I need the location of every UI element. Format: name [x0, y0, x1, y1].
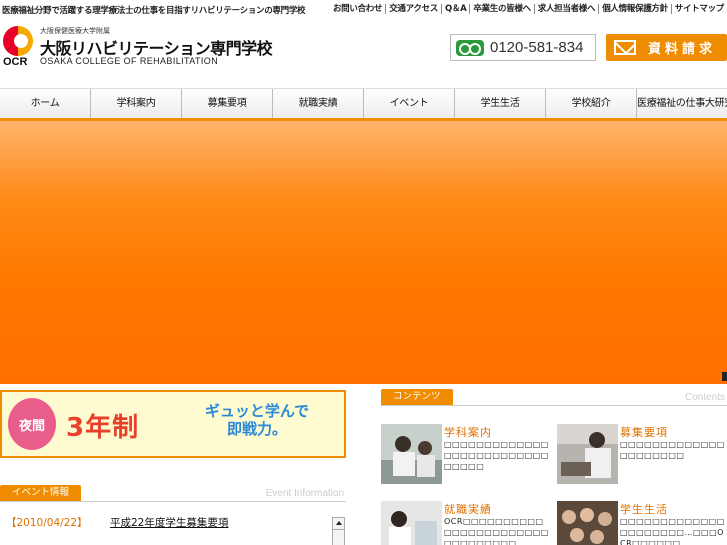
contents-heading-label: コンテンツ: [381, 389, 453, 405]
nav-home[interactable]: ホーム: [0, 89, 91, 118]
night-badge: 夜間: [8, 398, 56, 450]
item-title: 募集要項: [620, 426, 668, 439]
content-item-admissions[interactable]: 募集要項 □□□□□□□□□□□□□□□□□□□□□: [557, 424, 727, 486]
faq-link[interactable]: Q＆A: [440, 4, 469, 14]
mail-icon: [614, 40, 636, 55]
scroll-up-arrow-icon[interactable]: [333, 518, 344, 530]
item-description: OCR□□□□□□□□□□□□□□□□□□□□□□□□□□□□□□□□: [444, 517, 549, 545]
events-heading: イベント情報 Event Information: [0, 485, 346, 502]
school-name-english: OSAKA COLLEGE OF REHABILITATION: [40, 56, 219, 66]
recruiters-link[interactable]: 求人担当者様へ: [533, 4, 598, 14]
privacy-policy-link[interactable]: 個人情報保護方針: [598, 4, 671, 14]
nav-employment[interactable]: 就職実績: [273, 89, 364, 118]
events-list: 【2010/04/22】 平成22年度学生募集要項: [0, 512, 346, 545]
contact-link[interactable]: お問い合わせ: [330, 4, 385, 14]
site-tagline: 医療福祉分野で活躍する理学療法士の仕事を目指すリハビリテーションの専門学校: [2, 6, 306, 16]
list-item: 【2010/04/22】 平成22年度学生募集要項: [0, 512, 346, 532]
nav-events[interactable]: イベント: [364, 89, 455, 118]
banner-slogan-line1: ギュッと学んで: [204, 402, 310, 420]
nav-about[interactable]: 学校紹介: [546, 89, 637, 118]
contents-heading-en: Contents: [684, 392, 725, 403]
content-item-employment[interactable]: 就職実績 OCR□□□□□□□□□□□□□□□□□□□□□□□□□□□□□□□□: [381, 501, 551, 545]
phone-number: 0120-581-834: [490, 39, 584, 56]
global-nav: ホーム 学科案内 募集要項 就職実績 イベント 学生生活 学校紹介 医療福祉の仕…: [0, 88, 727, 121]
item-description: □□□□□□□□□□□□□□□□□□□□□: [620, 440, 725, 460]
item-description: □□□□□□□□□□□□□□□□□□□□□…□□□OCR□□□□□□: [620, 517, 725, 545]
request-materials-button[interactable]: 資料請求: [606, 34, 727, 61]
content-item-departments[interactable]: 学科案内 □□□□□□□□□□□□□□□□□□□□□□□□□□□□□□□: [381, 424, 551, 486]
events-scrollbar[interactable]: [332, 517, 345, 545]
banner-slogan: ギュッと学んで 即戦力。: [182, 402, 332, 438]
nav-careers-research[interactable]: 医療福祉の仕事大研究: [637, 89, 727, 118]
nav-student-life[interactable]: 学生生活: [455, 89, 546, 118]
student-life-photo: [557, 501, 618, 545]
hero-area: [0, 121, 727, 384]
item-title: 学科案内: [444, 426, 492, 439]
item-title: 就職実績: [444, 503, 492, 516]
employment-photo: [381, 501, 442, 545]
request-materials-label: 資料請求: [648, 42, 717, 57]
nav-admissions[interactable]: 募集要項: [182, 89, 273, 118]
events-heading-en: Event Information: [265, 488, 344, 499]
phone-box: 0120-581-834: [450, 34, 596, 61]
departments-photo: [381, 424, 442, 484]
banner-slogan-line2: 即戦力。: [226, 420, 287, 438]
free-dial-icon: [456, 39, 484, 56]
logo-ocr-text: OCR: [3, 56, 28, 68]
banner-years: 3年制: [66, 413, 140, 443]
content-item-student-life[interactable]: 学生生活 □□□□□□□□□□□□□□□□□□□□□…□□□OCR□□□□□□: [557, 501, 727, 545]
top-utility-bar: 医療福祉分野で活躍する理学療法士の仕事を目指すリハビリテーションの専門学校 お問…: [0, 0, 727, 18]
access-link[interactable]: 交通アクセス: [385, 4, 441, 14]
hero-edge-marker: [722, 372, 727, 381]
utility-links: お問い合わせ 交通アクセス Q＆A 卒業生の皆様へ 求人担当者様へ 個人情報保護…: [330, 4, 727, 14]
event-date: 【2010/04/22】: [6, 516, 88, 529]
graduates-link[interactable]: 卒業生の皆様へ: [469, 4, 533, 14]
item-description: □□□□□□□□□□□□□□□□□□□□□□□□□□□□□□□: [444, 440, 549, 471]
item-title: 学生生活: [620, 503, 668, 516]
contents-heading: コンテンツ Contents: [381, 389, 727, 406]
nav-departments[interactable]: 学科案内: [91, 89, 182, 118]
site-logo[interactable]: OCR 大阪保健医療大学附属 大阪リハビリテーション専門学校 OSAKA COL…: [2, 25, 273, 69]
event-title-link[interactable]: 平成22年度学生募集要項: [110, 515, 228, 530]
night-course-banner[interactable]: 夜間 3年制 ギュッと学んで 即戦力。: [0, 390, 346, 458]
admissions-photo: [557, 424, 618, 484]
events-heading-label: イベント情報: [0, 485, 82, 501]
ocr-logo-icon: [3, 26, 33, 56]
sitemap-link[interactable]: サイトマップ: [670, 4, 727, 14]
